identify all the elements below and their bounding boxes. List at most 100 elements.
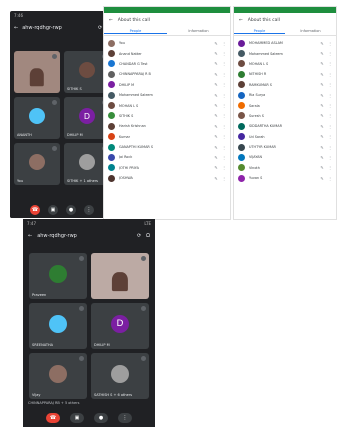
pin-icon[interactable]: ✎ — [320, 165, 324, 170]
participant-tile[interactable]: D DHILIP M — [91, 303, 149, 349]
participant-row[interactable]: Sarala ✎ ⋮ — [238, 100, 332, 110]
more-icon[interactable]: ⋮ — [328, 103, 332, 108]
participant-row[interactable]: CHANDAR G Test ✎ ⋮ — [108, 59, 226, 69]
more-icon[interactable]: ⋮ — [222, 41, 226, 46]
participant-row[interactable]: Ria Surya ✎ ⋮ — [238, 90, 332, 100]
more-icon[interactable]: ⋮ — [328, 134, 332, 139]
participant-row[interactable]: Ud Sarah ✎ ⋮ — [238, 132, 332, 142]
pin-icon[interactable]: ✎ — [214, 103, 218, 108]
participant-tile[interactable] — [14, 51, 60, 93]
more-icon[interactable]: ⋮ — [328, 61, 332, 66]
participant-row[interactable]: Vinoth ✎ ⋮ — [238, 163, 332, 173]
more-icon[interactable]: ⋮ — [328, 145, 332, 150]
pin-icon[interactable]: ✎ — [320, 124, 324, 129]
pin-icon[interactable]: ✎ — [320, 134, 324, 139]
more-icon[interactable]: ⋮ — [222, 155, 226, 160]
participant-tile[interactable]: ANANTH — [14, 97, 60, 139]
tab-people[interactable]: People — [234, 29, 285, 34]
more-icon[interactable]: ⋮ — [222, 103, 226, 108]
more-icon[interactable]: ⋮ — [222, 145, 226, 150]
participant-row[interactable]: Jai Rock ✎ ⋮ — [108, 152, 226, 162]
more-icon[interactable]: ⋮ — [328, 124, 332, 129]
pin-icon[interactable]: ✎ — [320, 93, 324, 98]
pin-icon[interactable]: ✎ — [320, 72, 324, 77]
mic-button[interactable]: ● — [94, 413, 108, 423]
pin-icon[interactable]: ✎ — [320, 113, 324, 118]
end-call-button[interactable]: ☎ — [30, 205, 40, 215]
back-arrow-icon[interactable]: ← — [28, 233, 32, 239]
back-arrow-icon[interactable]: ← — [109, 18, 113, 23]
participant-row[interactable]: JOSHWA ✎ ⋮ — [108, 173, 226, 183]
pin-icon[interactable]: ✎ — [214, 134, 218, 139]
more-icon[interactable]: ⋮ — [222, 134, 226, 139]
more-icon[interactable]: ⋮ — [222, 51, 226, 56]
more-icon[interactable]: ⋮ — [222, 176, 226, 181]
participant-tile[interactable]: Vijay — [29, 353, 87, 399]
participant-row[interactable]: Mohammed Saleem ✎ ⋮ — [108, 90, 226, 100]
participant-row[interactable]: Kumar ✎ ⋮ — [108, 132, 226, 142]
pin-icon[interactable]: ✎ — [320, 145, 324, 150]
pin-icon[interactable]: ✎ — [214, 113, 218, 118]
more-icon[interactable]: ⋮ — [328, 113, 332, 118]
participant-row[interactable]: SIDDARTHA KUMAR ✎ ⋮ — [238, 121, 332, 131]
more-icon[interactable]: ⋮ — [222, 82, 226, 87]
more-icon[interactable]: ⋮ — [222, 124, 226, 129]
end-call-button[interactable]: ☎ — [46, 413, 60, 423]
pin-icon[interactable]: ✎ — [320, 103, 324, 108]
more-icon[interactable]: ⋮ — [328, 82, 332, 87]
back-arrow-icon[interactable]: ← — [14, 25, 18, 31]
more-icon[interactable]: ⋮ — [328, 51, 332, 56]
participant-row[interactable]: SITHIK S ✎ ⋮ — [108, 111, 226, 121]
more-icon[interactable]: ⋮ — [328, 41, 332, 46]
mic-button[interactable]: ● — [66, 205, 76, 215]
participant-tile[interactable]: SREENATHA — [29, 303, 87, 349]
more-icon[interactable]: ⋮ — [222, 165, 226, 170]
pin-icon[interactable]: ✎ — [320, 176, 324, 181]
participant-row[interactable]: JOTHI PRIYA ✎ ⋮ — [108, 163, 226, 173]
participant-row[interactable]: NITHISH R ✎ ⋮ — [238, 69, 332, 79]
pin-icon[interactable]: ✎ — [214, 165, 218, 170]
more-icon[interactable]: ⋮ — [328, 155, 332, 160]
participant-row[interactable]: You ✎ ⋮ — [108, 38, 226, 48]
more-icon[interactable]: ⋮ — [222, 61, 226, 66]
pin-icon[interactable]: ✎ — [214, 82, 218, 87]
participant-tile[interactable]: Praveen — [29, 253, 87, 299]
more-icon[interactable]: ⋮ — [328, 72, 332, 77]
tab-information[interactable]: Information — [167, 29, 230, 33]
pin-icon[interactable]: ✎ — [214, 176, 218, 181]
more-button[interactable]: ⋮ — [84, 205, 94, 215]
camera-button[interactable]: ▣ — [70, 413, 84, 423]
pin-icon[interactable]: ✎ — [320, 41, 324, 46]
pin-icon[interactable]: ✎ — [320, 155, 324, 160]
participant-row[interactable]: UTHTYR KUMAR ✎ ⋮ — [238, 142, 332, 152]
participant-row[interactable]: Yuvan S ✎ ⋮ — [238, 173, 332, 183]
pin-icon[interactable]: ✎ — [320, 51, 324, 56]
tab-people[interactable]: People — [104, 29, 167, 34]
pin-icon[interactable]: ✎ — [214, 61, 218, 66]
switch-camera-icon[interactable]: ⟳ — [98, 25, 102, 31]
participant-row[interactable]: Harish Krishnan ✎ ⋮ — [108, 121, 226, 131]
camera-button[interactable]: ▣ — [48, 205, 58, 215]
pin-icon[interactable]: ✎ — [214, 51, 218, 56]
back-arrow-icon[interactable]: ← — [239, 18, 243, 23]
more-icon[interactable]: ⋮ — [328, 93, 332, 98]
tab-information[interactable]: Information — [285, 29, 336, 33]
participant-row[interactable]: GANAPTHI KUMAR S ✎ ⋮ — [108, 142, 226, 152]
pin-icon[interactable]: ✎ — [214, 93, 218, 98]
headphones-icon[interactable]: Ω — [146, 233, 150, 239]
more-icon[interactable]: ⋮ — [222, 113, 226, 118]
participant-row[interactable]: CHINNAPPARAJ R B ✎ ⋮ — [108, 69, 226, 79]
more-icon[interactable]: ⋮ — [328, 165, 332, 170]
more-icon[interactable]: ⋮ — [222, 72, 226, 77]
participant-row[interactable]: Anand Natter ✎ ⋮ — [108, 48, 226, 58]
more-icon[interactable]: ⋮ — [222, 93, 226, 98]
participant-row[interactable]: DHILIP M ✎ ⋮ — [108, 80, 226, 90]
participant-row[interactable]: MOHAN L S ✎ ⋮ — [238, 59, 332, 69]
pin-icon[interactable]: ✎ — [214, 145, 218, 150]
pin-icon[interactable]: ✎ — [214, 72, 218, 77]
participant-row[interactable]: RAMKUMAR S ✎ ⋮ — [238, 80, 332, 90]
participant-tile[interactable] — [91, 253, 149, 299]
participant-tile[interactable]: You — [14, 143, 60, 185]
participant-row[interactable]: VIJAYAN ✎ ⋮ — [238, 152, 332, 162]
more-icon[interactable]: ⋮ — [328, 176, 332, 181]
